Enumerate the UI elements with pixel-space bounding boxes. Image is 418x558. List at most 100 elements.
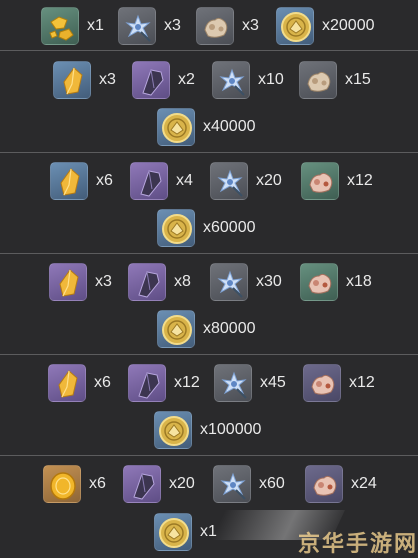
mora-coin-artwork — [159, 416, 189, 446]
item-quantity: x12 — [174, 374, 200, 391]
blue-flower-icon — [210, 162, 248, 200]
blue-flower-icon — [210, 263, 248, 301]
amber-crystal-artwork — [58, 370, 78, 398]
blue-flower-icon — [118, 7, 156, 45]
item-quantity: x60000 — [203, 219, 256, 236]
blue-flower-artwork — [220, 472, 246, 500]
reward-line: x60000 — [0, 206, 418, 250]
pink-mineral-icon — [300, 263, 338, 301]
dark-shard-icon — [123, 465, 161, 503]
amber-crystal-icon — [53, 61, 91, 99]
amber-crystal-icon — [49, 263, 87, 301]
item-quantity: x6 — [94, 374, 111, 391]
dark-shard-icon — [132, 61, 170, 99]
blue-flower-artwork — [221, 371, 247, 399]
dark-shard-artwork — [138, 372, 160, 399]
beige-mineral-artwork — [307, 71, 331, 92]
item-quantity: x18 — [346, 273, 372, 290]
reward-line: x100000 — [0, 408, 418, 452]
blue-flower-artwork — [217, 169, 243, 197]
reward-row-2: x3 x2 x10 x15 x40000 — [0, 51, 418, 153]
mora-coin-artwork — [159, 518, 189, 548]
amber-crystal-icon — [48, 364, 86, 402]
reward-line: x6 x12 x45 x12 — [0, 361, 418, 405]
dark-shard-icon — [128, 364, 166, 402]
item-quantity: x24 — [351, 475, 377, 492]
dark-shard-artwork — [138, 271, 160, 298]
item-quantity: x15 — [345, 71, 371, 88]
pink-mineral-icon — [305, 465, 343, 503]
reward-row-5: x6 x12 x45 x12 x100000 — [0, 355, 418, 456]
amber-crystal-artwork — [59, 269, 79, 297]
reward-line: x6 x4 x20 x12 — [0, 159, 418, 203]
reward-row-4: x3 x8 x30 x18 x80000 — [0, 254, 418, 355]
mora-coin-icon — [154, 411, 192, 449]
gold-gem-icon — [43, 465, 81, 503]
dark-shard-artwork — [140, 170, 162, 197]
item-quantity: x30 — [256, 273, 282, 290]
pink-mineral-artwork — [309, 172, 333, 193]
mora-coin-artwork — [162, 113, 192, 143]
mora-coin-icon — [157, 108, 195, 146]
mora-coin-artwork — [162, 214, 192, 244]
pink-mineral-icon — [303, 364, 341, 402]
item-quantity: x3 — [99, 71, 116, 88]
mora-coin-icon — [157, 209, 195, 247]
reward-line: x80000 — [0, 307, 418, 351]
item-quantity: x10 — [258, 71, 284, 88]
amber-crystal-icon — [50, 162, 88, 200]
item-quantity: x100000 — [200, 421, 262, 438]
blue-flower-artwork — [125, 14, 151, 42]
mora-coin-icon — [154, 513, 192, 551]
pink-mineral-artwork — [308, 273, 332, 294]
mora-coin-icon — [157, 310, 195, 348]
item-quantity: x3 — [242, 17, 259, 34]
item-quantity: x8 — [174, 273, 191, 290]
reward-line: x1 x3 x3 x20000 — [0, 4, 418, 48]
amber-crystal-artwork — [60, 168, 80, 196]
item-quantity: x6 — [89, 475, 106, 492]
pink-mineral-icon — [301, 162, 339, 200]
reward-row-3: x6 x4 x20 x12 x60000 — [0, 153, 418, 254]
beige-mineral-icon — [196, 7, 234, 45]
item-quantity: x3 — [164, 17, 181, 34]
item-quantity: x20 — [256, 172, 282, 189]
pink-mineral-artwork — [311, 374, 335, 395]
item-quantity: x20000 — [322, 17, 375, 34]
item-quantity: x80000 — [203, 320, 256, 337]
reward-row-1: x1 x3 x3 x20000 — [0, 0, 418, 51]
reward-line: x6 x20 x60 x24 — [0, 462, 418, 506]
blue-flower-artwork — [217, 270, 243, 298]
reward-row-6: x6 x20 x60 x24 x1 — [0, 456, 418, 558]
item-quantity: x45 — [260, 374, 286, 391]
reward-line: x3 x8 x30 x18 — [0, 260, 418, 304]
gold-nugget-artwork — [49, 16, 74, 41]
dark-shard-artwork — [142, 69, 164, 96]
item-quantity: x2 — [178, 71, 195, 88]
item-quantity: x60 — [259, 475, 285, 492]
item-quantity: x4 — [176, 172, 193, 189]
blue-flower-icon — [212, 61, 250, 99]
mora-coin-artwork — [281, 12, 311, 42]
reward-line: x1 — [0, 510, 418, 554]
mora-coin-icon — [276, 7, 314, 45]
pink-mineral-artwork — [313, 475, 337, 496]
item-quantity: x1 — [87, 17, 104, 34]
item-quantity: x1 — [200, 523, 217, 540]
blue-flower-artwork — [219, 68, 245, 96]
item-quantity: x12 — [347, 172, 373, 189]
item-quantity: x3 — [95, 273, 112, 290]
item-quantity: x40000 — [203, 118, 256, 135]
dark-shard-icon — [130, 162, 168, 200]
blue-flower-icon — [213, 465, 251, 503]
dark-shard-icon — [128, 263, 166, 301]
gold-nugget-icon — [41, 7, 79, 45]
beige-mineral-icon — [299, 61, 337, 99]
blue-flower-icon — [214, 364, 252, 402]
mora-coin-artwork — [162, 315, 192, 345]
item-quantity: x6 — [96, 172, 113, 189]
reward-line: x40000 — [0, 105, 418, 149]
gold-gem-artwork — [50, 472, 76, 500]
amber-crystal-artwork — [63, 67, 83, 95]
item-quantity: x12 — [349, 374, 375, 391]
